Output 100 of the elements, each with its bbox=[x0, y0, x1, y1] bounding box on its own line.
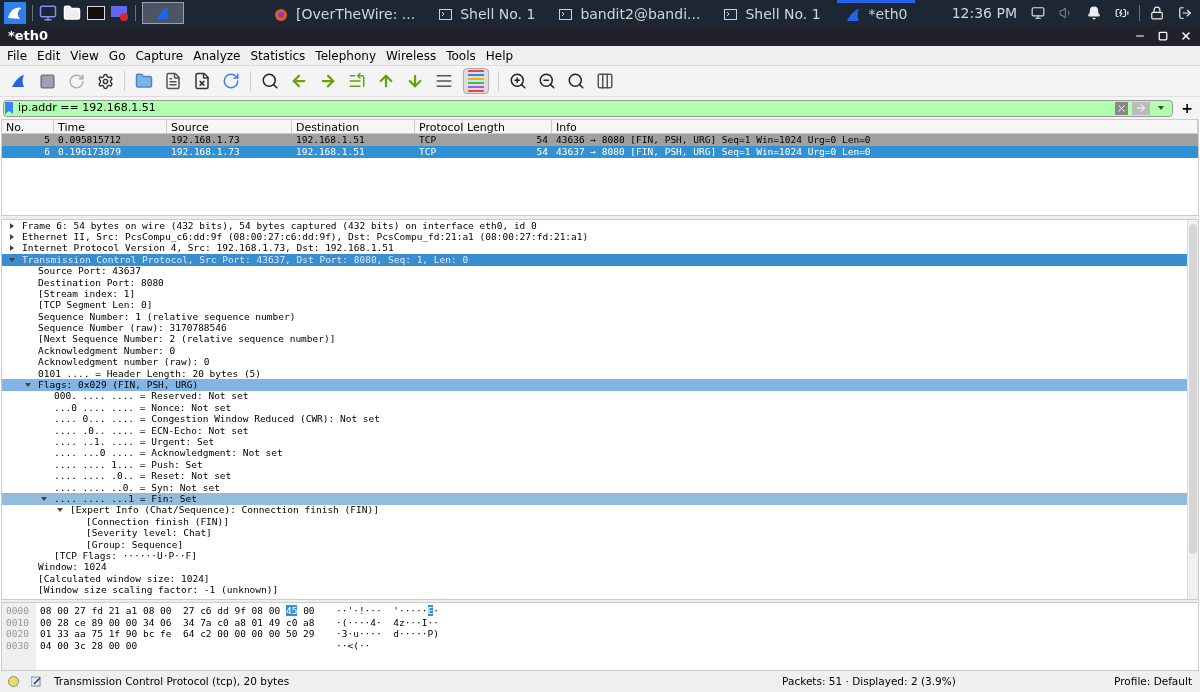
detail-row[interactable]: [Severity level: Chat] bbox=[2, 527, 1187, 539]
toolbar-button[interactable] bbox=[537, 72, 557, 90]
menu-item[interactable]: Statistics bbox=[245, 46, 311, 65]
autoscroll-icon bbox=[435, 72, 453, 90]
column-header[interactable]: Source bbox=[167, 120, 292, 133]
table-cell-text: 0.196173879 bbox=[57, 144, 122, 159]
toolbar-button[interactable] bbox=[260, 72, 280, 90]
detail-row[interactable]: .... .... ..0. = Syn: Not set bbox=[2, 482, 1187, 494]
expert-info-icon[interactable] bbox=[8, 676, 19, 687]
taskbar-app[interactable]: Shell No. 1 bbox=[431, 0, 544, 26]
detail-row[interactable]: Window: 1024 bbox=[2, 561, 1187, 574]
detail-row[interactable]: 000. .... .... = Reserved: Not set bbox=[2, 390, 1187, 403]
detail-row[interactable]: [Group: Sequence] bbox=[2, 538, 1187, 551]
browser-icon bbox=[274, 7, 288, 22]
table-cell-text: 5 bbox=[43, 132, 51, 147]
detail-row[interactable]: [Stream index: 1] bbox=[2, 288, 1187, 300]
detail-row[interactable]: [Connection finish (FIN)] bbox=[2, 516, 1187, 528]
detail-row[interactable]: .... 0... .... = Congestion Window Reduced (CWR): Not set bbox=[2, 413, 1187, 426]
toolbar-button[interactable] bbox=[163, 72, 183, 90]
detail-row[interactable]: 0101 .... = Header Length: 20 bytes (5) bbox=[2, 368, 1187, 380]
detail-row[interactable]: ...0 .... .... = Nonce: Not set bbox=[2, 402, 1187, 414]
menu-item[interactable]: Tools bbox=[441, 46, 481, 65]
detail-row[interactable]: [TCP Flags: ······U·P··F] bbox=[2, 550, 1187, 562]
table-cell-text: 6 bbox=[43, 144, 51, 159]
table-cell-text: 43637 → 8080 [FIN, PSH, URG] Seq=1 Win=1024 Urg=0 Len=0 bbox=[555, 145, 872, 159]
column-header[interactable]: Length bbox=[463, 120, 552, 133]
detail-row[interactable]: Sequence Number: 1 (relative sequence number) bbox=[2, 311, 1187, 323]
ascii-bytes: ··'·!··· '·····E· bbox=[336, 604, 439, 616]
logout-icon[interactable] bbox=[1178, 6, 1192, 20]
display-icon[interactable] bbox=[1031, 6, 1045, 20]
detail-row[interactable]: Ethernet II, Src: PcsCompu_c6:dd:9f (08:00:27:c6:dd:9f), Dst: PcsCompu_fd:21:a1 (08:00:27:fd:21:a1) bbox=[2, 231, 1187, 243]
detail-row[interactable]: [Calculated window size: 1024] bbox=[2, 573, 1187, 585]
menu-item[interactable]: Go bbox=[103, 46, 131, 65]
packet-row[interactable]: 5 0.095815712 192.168.1.73 192.168.1.51 TCP 54 43636 → 8080 [FIN, PSH, URG] Seq=1 Win=1024 Urg=0 Len=0 bbox=[2, 134, 1198, 146]
detail-row[interactable]: .... .0.. .... = ECN-Echo: Not set bbox=[2, 425, 1187, 437]
bookmark-icon[interactable] bbox=[4, 101, 14, 115]
column-header[interactable]: Time bbox=[54, 120, 167, 133]
detail-row[interactable]: Sequence Number (raw): 3170788546 bbox=[2, 322, 1187, 334]
taskbar-app[interactable]: Shell No. 1 bbox=[716, 0, 829, 26]
menu-item[interactable]: File bbox=[2, 46, 33, 65]
restart-icon bbox=[67, 72, 85, 90]
detail-row[interactable]: [Expert Info (Chat/Sequence): Connection finish (FIN)] bbox=[2, 504, 1187, 517]
toolbar-button[interactable] bbox=[595, 72, 615, 90]
menu-item[interactable]: Telephony bbox=[310, 46, 381, 65]
lock-icon[interactable] bbox=[1150, 6, 1164, 20]
detail-row[interactable]: .... ..1. .... = Urgent: Set bbox=[2, 436, 1187, 448]
menu-item[interactable]: Help bbox=[480, 46, 519, 65]
detail-row[interactable]: Internet Protocol Version 4, Src: 192.168.1.73, Dst: 192.168.1.51 bbox=[2, 242, 1187, 255]
maximize-icon[interactable] bbox=[1158, 31, 1168, 41]
detail-row[interactable]: [Next Sequence Number: 2 (relative sequence number)] bbox=[2, 333, 1187, 346]
profile-label[interactable]: Profile: Default bbox=[1114, 673, 1192, 690]
ascii-bytes: ·(····4· 4z···I·· bbox=[336, 615, 439, 627]
clock[interactable]: 12:36 PM bbox=[951, 2, 1017, 24]
menu-item[interactable]: View bbox=[65, 46, 104, 65]
column-header[interactable]: Info bbox=[552, 120, 1198, 133]
colorize-button[interactable] bbox=[463, 68, 489, 94]
toolbar-button[interactable] bbox=[192, 72, 212, 90]
notification-icon[interactable] bbox=[1087, 6, 1101, 20]
menu-item[interactable]: Capture bbox=[130, 46, 189, 65]
column-header[interactable]: Protocol bbox=[415, 120, 463, 133]
table-cell-text: 192.168.1.73 bbox=[170, 144, 241, 159]
detail-row[interactable]: Frame 6: 54 bytes on wire (432 bits), 54 bytes captured (432 bits) on interface eth0, id 0 bbox=[2, 220, 1187, 232]
folder-icon[interactable] bbox=[63, 4, 81, 22]
toolbar-button[interactable] bbox=[508, 72, 528, 90]
toolbar-button[interactable] bbox=[434, 72, 454, 90]
detail-row[interactable]: Acknowledgment Number: 0 bbox=[2, 345, 1187, 357]
add-filter-button[interactable]: + bbox=[1177, 97, 1197, 119]
column-header[interactable]: No. bbox=[2, 120, 54, 133]
detail-row[interactable]: Source Port: 43637 bbox=[2, 265, 1187, 277]
detail-row[interactable]: [TCP Segment Len: 0] bbox=[2, 299, 1187, 312]
display-filter-field[interactable]: ip.addr == 192.168.1.51 bbox=[3, 99, 1174, 117]
detail-row[interactable]: .... .... 1... = Push: Set bbox=[2, 459, 1187, 471]
close-file-icon bbox=[193, 72, 211, 90]
terminal-icon bbox=[559, 9, 573, 20]
detail-row[interactable]: [Window size scaling factor: -1 (unknown)] bbox=[2, 584, 1187, 596]
detail-row[interactable]: .... .... .0.. = Reset: Not set bbox=[2, 470, 1187, 482]
detail-row[interactable]: Flags: 0x029 (FIN, PSH, URG) bbox=[2, 379, 1187, 391]
terminal-icon[interactable] bbox=[87, 5, 105, 21]
toolbar-button[interactable] bbox=[566, 72, 586, 90]
zoom-out-icon bbox=[538, 72, 556, 90]
zoom-in-icon bbox=[509, 72, 527, 90]
column-header[interactable]: Destination bbox=[292, 120, 415, 133]
toolbar-button[interactable] bbox=[95, 72, 115, 90]
detail-row[interactable]: Destination Port: 8080 bbox=[2, 276, 1187, 289]
detail-row[interactable]: Acknowledgment number (raw): 0 bbox=[2, 356, 1187, 369]
screen-record-icon[interactable] bbox=[111, 5, 129, 21]
detail-row[interactable]: .... ...0 .... = Acknowledgment: Not set bbox=[2, 447, 1187, 460]
menu-item[interactable]: Analyze bbox=[188, 46, 246, 65]
taskbar-app[interactable]: bandit2@bandi... bbox=[551, 0, 709, 26]
detail-row[interactable]: .... .... ...1 = Fin: Set bbox=[2, 493, 1187, 505]
menu-item[interactable]: Wireless bbox=[381, 46, 442, 65]
taskbar-app[interactable]: [OverTheWire: ... bbox=[266, 0, 424, 26]
battery-icon[interactable] bbox=[1115, 6, 1129, 20]
edit-icon[interactable] bbox=[31, 676, 42, 687]
clear-icon[interactable] bbox=[1115, 101, 1129, 115]
active-app-button[interactable] bbox=[142, 2, 184, 24]
close-icon[interactable] bbox=[1180, 30, 1192, 42]
desktop-icon[interactable] bbox=[39, 4, 57, 22]
scrollbar[interactable] bbox=[1187, 220, 1198, 599]
menu-item[interactable]: Edit bbox=[32, 46, 66, 65]
